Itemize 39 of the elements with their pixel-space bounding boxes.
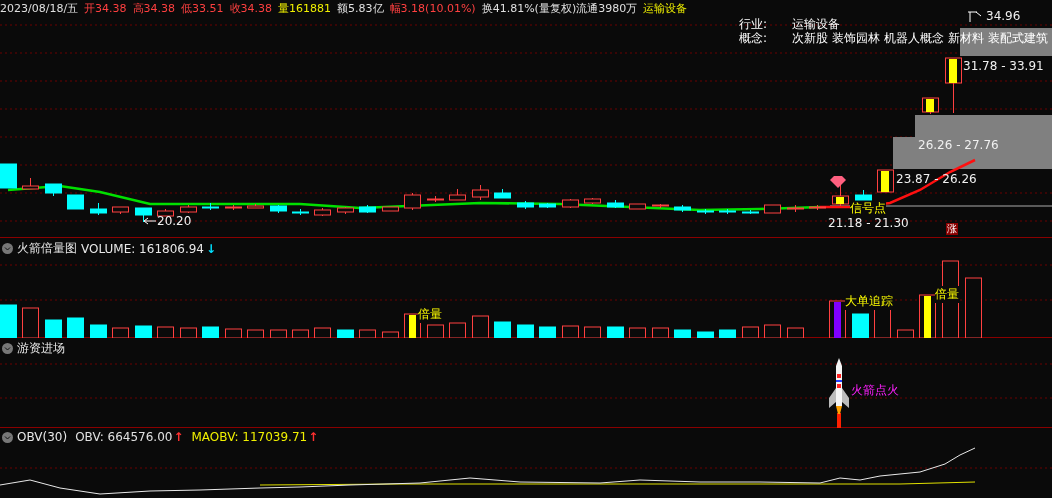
signal-label: 信号点: [850, 201, 886, 215]
quote-field: 运输设备: [643, 1, 688, 16]
quote-field: 低33.51: [181, 1, 224, 16]
concept-tag: 新材料: [948, 30, 984, 47]
volume-reading: VOLUME: 161806.94: [81, 241, 204, 256]
quote-field: 开34.38: [84, 1, 127, 16]
indicator-reading: MAOBV: 117039.71: [191, 430, 308, 444]
volume-marker-label: 大单追踪: [845, 293, 893, 310]
industry-value: 运输设备: [792, 16, 840, 32]
concept-label: 概念:: [739, 30, 768, 47]
price-range-label: 23.87 - 26.26: [896, 172, 977, 186]
quote-field: 高34.38: [132, 1, 176, 16]
price-range-label: 26.26 - 27.76: [918, 138, 999, 152]
high-price-label: 34.96: [986, 9, 1021, 23]
indicator-reading: OBV: 664576.00: [75, 430, 173, 444]
industry-label: 行业:: [739, 16, 768, 32]
trend-arrow: ↑: [308, 430, 319, 444]
concept-tag: 机器人概念: [884, 30, 944, 47]
limit-up-badge: 涨: [946, 223, 958, 235]
price-range-label: 21.18 - 21.30: [828, 216, 909, 230]
pane-title: OBV(30): [17, 430, 68, 444]
volume-marker-label: 倍量: [935, 286, 959, 303]
quote-field: 额5.83亿: [337, 1, 384, 16]
quote-field: 量161881: [278, 1, 332, 16]
pane-title: 游资进场: [17, 340, 65, 357]
quote-field: 2023/08/18/五: [0, 1, 79, 16]
trend-arrow: ↑: [173, 430, 184, 444]
rocket-signal-label: 火箭点火: [851, 382, 899, 399]
concept-tag: 装配式建筑: [988, 30, 1048, 47]
concept-tag: 装饰园林: [832, 30, 880, 47]
trend-arrow: ↓: [206, 241, 217, 256]
quote-field: 幅3.18(10.01%): [389, 1, 476, 16]
pane-title: 火箭倍量图: [17, 240, 77, 257]
quote-field: 收34.38: [229, 1, 273, 16]
price-range-label: 31.78 - 33.91: [963, 59, 1044, 73]
low-price-label: 20.20: [157, 214, 192, 228]
volume-marker-label: 倍量: [418, 306, 442, 323]
quote-field: 换41.81%(量复权)流通3980万: [481, 1, 638, 16]
concept-tag: 次新股: [792, 30, 828, 47]
